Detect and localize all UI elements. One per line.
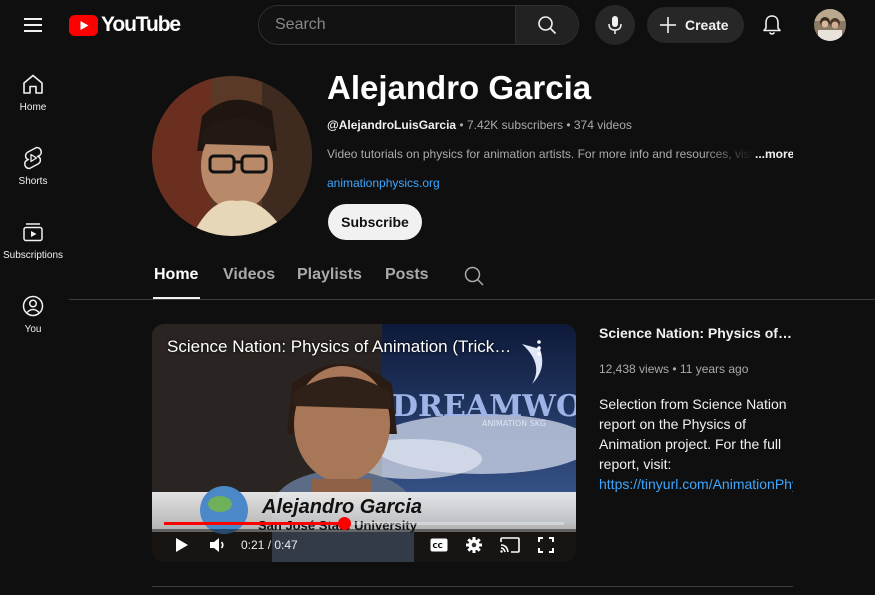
voice-search-button[interactable] xyxy=(595,5,635,45)
channel-meta: @AlejandroLuisGarcia • 7.42K subscribers… xyxy=(327,118,632,132)
search-button[interactable] xyxy=(515,6,578,44)
lower-third-name: Alejandro Garcia xyxy=(262,496,423,518)
channel-stats: • 7.42K subscribers • 374 videos xyxy=(456,118,632,132)
tab-posts[interactable]: Posts xyxy=(385,266,429,284)
sidebar-item-shorts[interactable]: Shorts xyxy=(0,130,66,200)
sidebar-item-label: You xyxy=(24,324,42,335)
play-icon xyxy=(176,538,188,552)
sidebar-item-subscriptions[interactable]: Subscriptions xyxy=(0,204,66,274)
logo-text: YouTube xyxy=(101,13,181,36)
channel-name: Alejandro Garcia xyxy=(327,69,592,106)
featured-video-title[interactable]: Science Nation: Physics of Animation (Tr… xyxy=(599,325,793,341)
more-link[interactable]: ...more xyxy=(755,147,793,161)
progress-played xyxy=(164,522,344,525)
plus-icon xyxy=(660,17,676,33)
create-label: Create xyxy=(685,17,729,33)
cast-button[interactable] xyxy=(499,534,521,556)
channel-search-button[interactable] xyxy=(463,265,485,287)
captions-icon: CC xyxy=(430,538,448,552)
section-divider xyxy=(152,586,793,587)
tabs-divider xyxy=(69,299,875,300)
tab-home[interactable]: Home xyxy=(154,266,198,284)
channel-avatar[interactable] xyxy=(152,76,312,236)
search-input[interactable] xyxy=(259,6,515,44)
sidebar-item-you[interactable]: You xyxy=(0,278,66,348)
volume-button[interactable] xyxy=(207,534,229,556)
notifications-button[interactable] xyxy=(755,8,789,42)
channel-avatar-photo xyxy=(152,76,312,236)
featured-video-link[interactable]: https://tinyurl.com/AnimationPhysics xyxy=(599,474,793,494)
hamburger-icon xyxy=(24,18,42,20)
play-button[interactable] xyxy=(172,534,192,556)
volume-icon xyxy=(210,538,224,552)
microphone-icon xyxy=(608,16,622,34)
create-button[interactable]: Create xyxy=(647,7,744,43)
scrubber-handle[interactable] xyxy=(338,517,351,530)
sidebar-item-label: Subscriptions xyxy=(2,250,64,261)
channel-handle: @AlejandroLuisGarcia xyxy=(327,118,457,132)
sidebar-item-label: Shorts xyxy=(18,176,48,187)
progress-bar[interactable] xyxy=(164,517,564,530)
featured-video-player[interactable]: DREAMWO ANIMATION SKG Science Nation: Ph… xyxy=(152,324,576,562)
search-box xyxy=(258,5,579,45)
sidebar-item-label: Home xyxy=(19,102,47,113)
youtube-play-logo-icon xyxy=(69,14,98,36)
account-photo xyxy=(814,9,846,41)
fullscreen-button[interactable] xyxy=(535,534,557,556)
channel-description-text: Video tutorials on physics for animation… xyxy=(327,147,755,161)
home-icon xyxy=(23,74,43,94)
featured-video-description: Selection from Science Nation report on … xyxy=(599,396,787,472)
dreamworks-logo-subtext: ANIMATION SKG xyxy=(482,419,546,428)
sidebar-item-home[interactable]: Home xyxy=(0,56,66,126)
player-title[interactable]: Science Nation: Physics of Animation (Tr… xyxy=(167,337,517,357)
bell-icon xyxy=(763,15,781,35)
subscribe-button[interactable]: Subscribe xyxy=(328,204,422,240)
search-icon xyxy=(538,16,557,35)
tab-playlists[interactable]: Playlists xyxy=(297,266,362,284)
fullscreen-icon xyxy=(538,537,554,553)
more-options-icon[interactable] xyxy=(532,338,546,358)
gear-icon xyxy=(466,537,482,553)
channel-link[interactable]: animationphysics.org xyxy=(327,176,440,190)
top-bar: YouTube Create xyxy=(0,0,875,50)
youtube-logo[interactable]: YouTube xyxy=(69,13,181,37)
you-icon xyxy=(22,295,44,317)
search-icon xyxy=(464,266,484,286)
captions-button[interactable]: CC xyxy=(428,534,450,556)
menu-button[interactable] xyxy=(18,12,48,38)
shorts-icon xyxy=(24,146,42,170)
account-avatar[interactable] xyxy=(814,9,846,41)
cast-icon xyxy=(500,537,520,553)
svg-text:CC: CC xyxy=(433,542,443,550)
subscriptions-icon xyxy=(23,223,43,242)
time-display: 0:21 / 0:47 xyxy=(241,538,298,552)
settings-button[interactable] xyxy=(463,534,485,556)
featured-video-meta: 12,438 views • 11 years ago xyxy=(599,362,749,376)
channel-description[interactable]: Video tutorials on physics for animation… xyxy=(327,147,793,161)
tab-videos[interactable]: Videos xyxy=(223,266,275,284)
